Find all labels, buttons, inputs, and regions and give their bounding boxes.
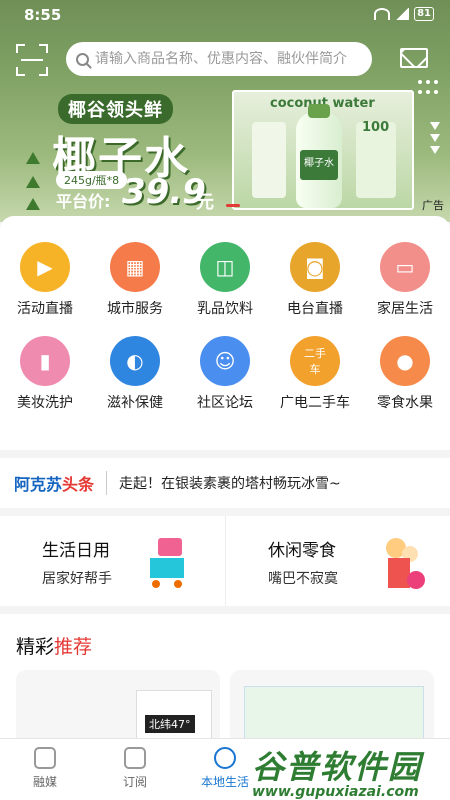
triangle-decoration — [26, 198, 40, 210]
category-glyph: ◙ — [305, 255, 325, 279]
category-glyph: ◐ — [126, 349, 144, 373]
carousel-indicator — [226, 204, 240, 207]
category-item[interactable]: ◫ 乳品饮料 — [180, 242, 270, 318]
banner-ad[interactable]: 椰谷领头鲜 椰子水 245g/瓶*8 平台价: 39.9 元 — [0, 86, 230, 216]
promo-title: 休闲零食 — [268, 541, 336, 561]
category-label: 家居生活 — [377, 301, 433, 317]
banner-price-label: 平台价: — [56, 192, 111, 211]
tab-label: 融媒 — [32, 775, 57, 789]
category-grid: ▶ 活动直播 ▦ 城市服务 ◫ 乳品饮料 ◙ 电台直播 ▭ 家居生活 ▮ 美妆洗护 ◐ 滋补保健 ☺ 社区论坛… — [0, 216, 450, 450]
ticker-brand: 阿克苏头条 — [14, 475, 95, 494]
bottle-label: 椰子水 — [300, 150, 338, 180]
category-label: 乳品饮料 — [197, 301, 253, 317]
category-item[interactable]: ● 零食水果 — [360, 336, 450, 412]
watermark-logo: 谷普软件园 www.gupuxiazai.com — [252, 748, 423, 800]
community-house-icon: ☺ — [200, 336, 250, 386]
radio-icon: ◙ — [290, 242, 340, 292]
category-label: 活动直播 — [17, 301, 73, 317]
search-icon — [76, 52, 89, 66]
triangle-decoration — [26, 152, 40, 164]
category-glyph: ▮ — [39, 349, 51, 373]
search-input[interactable] — [95, 51, 365, 67]
category-item[interactable]: ▭ 家居生活 — [360, 242, 450, 318]
category-item[interactable]: ▦ 城市服务 — [90, 242, 180, 318]
section-title: 精彩推荐 — [16, 636, 93, 658]
product-box — [252, 122, 286, 198]
capsule-icon: ◐ — [110, 336, 160, 386]
category-item[interactable]: ▮ 美妆洗护 — [0, 336, 90, 412]
promo-title: 生活日用 — [42, 541, 110, 561]
category-label: 电台直播 — [287, 301, 343, 317]
category-item[interactable]: ◙ 电台直播 — [270, 242, 360, 318]
category-glyph: ◫ — [215, 255, 235, 279]
category-glyph: ▦ — [125, 255, 145, 279]
category-item[interactable]: ◐ 滋补保健 — [90, 336, 180, 412]
peach-icon: ● — [380, 336, 430, 386]
shopping-cart-illustration — [150, 538, 184, 588]
wifi-icon — [374, 8, 391, 20]
tab-rongmei[interactable]: 融媒 — [0, 739, 90, 800]
status-bar: 8:55 81 — [0, 0, 450, 32]
category-glyph: 二手车 — [304, 347, 326, 376]
bottle-icon: ◫ — [200, 242, 250, 292]
media-icon — [34, 747, 56, 769]
category-label: 城市服务 — [107, 301, 163, 317]
promo-subtitle: 居家好帮手 — [42, 571, 112, 587]
banner-pill-title: 椰谷领头鲜 — [58, 94, 173, 124]
product-label: 北纬47° — [145, 715, 195, 733]
category-item[interactable]: 二手车 广电二手车 — [270, 336, 360, 412]
hero-banner-area: 8:55 81 椰谷领头鲜 椰子水 245g/瓶*8 平台价: 39.9 元 c… — [0, 0, 450, 222]
sofa-icon: ▭ — [380, 242, 430, 292]
category-label: 美妆洗护 — [17, 395, 73, 411]
tab-subscribe[interactable]: 订阅 — [90, 739, 180, 800]
category-glyph: ☺ — [214, 349, 236, 373]
promo-subtitle: 嘴巴不寂寞 — [268, 571, 338, 587]
battery-icon: 81 — [414, 7, 434, 21]
category-glyph: ▭ — [395, 255, 415, 279]
category-item[interactable]: ☺ 社区论坛 — [180, 336, 270, 412]
status-time: 8:55 — [24, 6, 62, 24]
ticker-news[interactable]: 走起！在银装素裹的塔村畅玩冰雪~ — [119, 473, 341, 493]
signal-icon — [395, 8, 410, 20]
category-item[interactable]: ▶ 活动直播 — [0, 242, 90, 318]
promo-snacks[interactable]: 休闲零食 嘴巴不寂寞 — [225, 516, 450, 606]
category-label: 零食水果 — [377, 395, 433, 411]
banner-price: 39.9 — [122, 172, 206, 212]
cosmetics-icon: ▮ — [20, 336, 70, 386]
category-glyph: ● — [396, 349, 414, 373]
triangle-decoration — [26, 176, 40, 188]
headline-ticker[interactable]: 阿克苏头条 走起！在银装素裹的塔村畅玩冰雪~ — [0, 458, 450, 508]
more-dots-icon[interactable] — [418, 80, 438, 96]
scan-icon[interactable] — [16, 44, 48, 76]
plus-square-icon — [124, 747, 146, 769]
banner-price-unit: 元 — [196, 192, 214, 213]
ad-tag: 广告 — [422, 199, 444, 212]
bottle-cap — [308, 104, 330, 118]
second-hand-car-icon: 二手车 — [290, 336, 340, 386]
category-label: 广电二手车 — [280, 395, 350, 411]
search-bar[interactable] — [66, 42, 372, 76]
tab-label: 订阅 — [122, 775, 147, 789]
video-camera-icon: ▶ — [20, 242, 70, 292]
banner-product-image[interactable]: coconut water 100 椰子水 — [232, 90, 414, 210]
category-label: 滋补保健 — [107, 395, 163, 411]
promo-daily-goods[interactable]: 生活日用 居家好帮手 — [0, 516, 225, 606]
promo-cards: 生活日用 居家好帮手 休闲零食 嘴巴不寂寞 — [0, 516, 450, 606]
heart-icon — [214, 747, 236, 769]
chevron-down-icon — [430, 122, 440, 154]
snacks-illustration — [386, 538, 425, 589]
banner-spec: 245g/瓶*8 — [56, 171, 128, 189]
message-icon[interactable] — [400, 48, 428, 68]
category-glyph: ▶ — [37, 255, 53, 279]
product-hundred: 100 — [362, 120, 390, 135]
category-label: 社区论坛 — [197, 395, 253, 411]
divider — [106, 471, 108, 495]
buildings-icon: ▦ — [110, 242, 160, 292]
